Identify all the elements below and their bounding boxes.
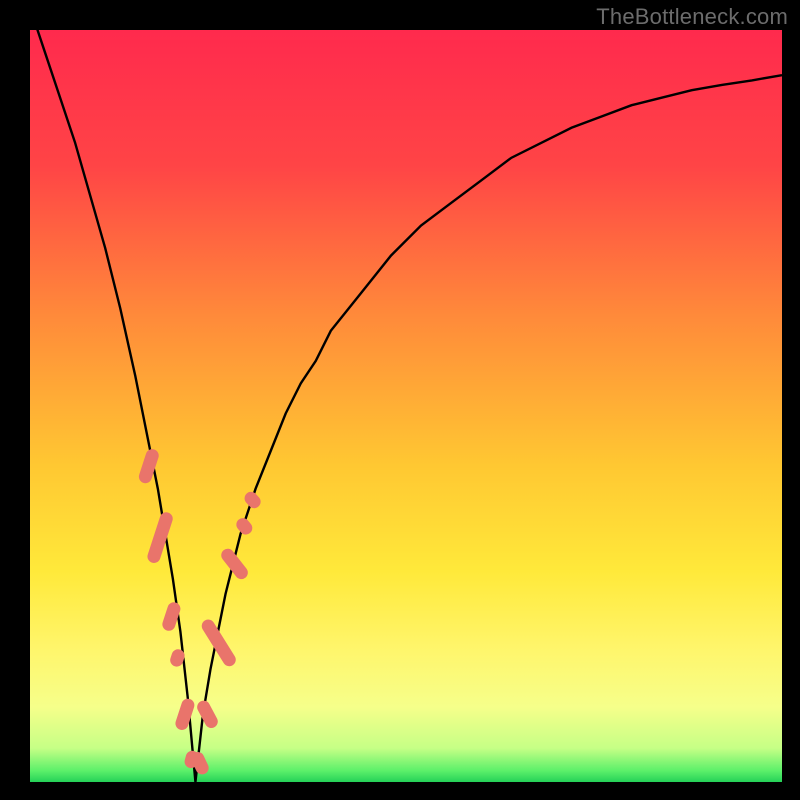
outer-frame: TheBottleneck.com xyxy=(0,0,800,800)
plot-area xyxy=(30,30,782,782)
bottleneck-chart xyxy=(30,30,782,782)
watermark-text: TheBottleneck.com xyxy=(596,4,788,30)
gradient-background xyxy=(30,30,782,782)
